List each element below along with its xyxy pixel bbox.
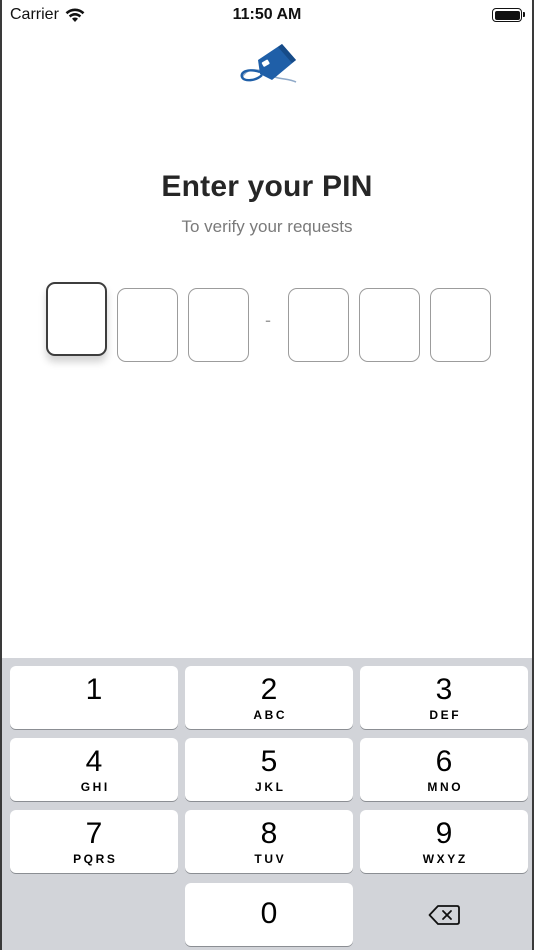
key-7[interactable]: 7 PQRS (10, 810, 178, 873)
key-4[interactable]: 4 GHI (10, 738, 178, 801)
key-3[interactable]: 3 DEF (360, 666, 528, 729)
pin-digit-4[interactable] (288, 288, 349, 362)
key-digit: 5 (260, 745, 278, 778)
key-letters: JKL (255, 780, 286, 794)
key-digit: 7 (85, 817, 103, 850)
pin-digit-2[interactable] (117, 288, 178, 362)
key-letters: PQRS (73, 852, 118, 866)
key-0[interactable]: 0 (185, 883, 353, 946)
key-letters: ABC (253, 708, 288, 722)
pin-separator: - (265, 310, 271, 330)
key-1[interactable]: 1 (10, 666, 178, 729)
key-digit: 2 (260, 673, 278, 706)
pin-digit-3[interactable] (188, 288, 249, 362)
key-letters: DEF (429, 708, 462, 722)
key-letters: GHI (80, 780, 110, 794)
key-digit: 3 (435, 673, 453, 706)
tag-logo-icon (240, 44, 297, 83)
delete-backward-icon (428, 904, 460, 925)
key-digit: 8 (260, 817, 278, 850)
key-digit: 9 (435, 817, 453, 850)
status-time: 11:50 AM (232, 6, 302, 23)
key-digit: 4 (85, 745, 103, 778)
key-6[interactable]: 6 MNO (360, 738, 528, 801)
key-letters: MNO (427, 780, 464, 794)
pin-digit-6[interactable] (430, 288, 491, 362)
page-title: Enter your PIN (161, 170, 373, 203)
key-letters: TUV (254, 852, 287, 866)
pin-digit-1[interactable] (46, 282, 107, 356)
key-9[interactable]: 9 WXYZ (360, 810, 528, 873)
key-2[interactable]: 2 ABC (185, 666, 353, 729)
page-subtitle: To verify your requests (181, 217, 353, 236)
battery-level (494, 10, 520, 20)
pin-entry-screen: Carrier 11:50 AM Enter your PIN To verif… (0, 0, 534, 950)
key-digit: 1 (85, 673, 103, 706)
numeric-keyboard: 1 2 ABC 3 DEF 4 GHI 5 JKL 6 MNO 7 PQRS 8 (2, 658, 532, 950)
status-bar: Carrier 11:50 AM (2, 0, 532, 30)
battery-icon (492, 8, 525, 22)
key-8[interactable]: 8 TUV (185, 810, 353, 873)
key-digit: 6 (435, 745, 453, 778)
key-5[interactable]: 5 JKL (185, 738, 353, 801)
pin-input-row: - (44, 282, 494, 362)
key-digit: 0 (260, 897, 278, 930)
backspace-button[interactable] (360, 883, 528, 946)
key-letters: WXYZ (422, 852, 468, 866)
pin-digit-5[interactable] (359, 288, 420, 362)
